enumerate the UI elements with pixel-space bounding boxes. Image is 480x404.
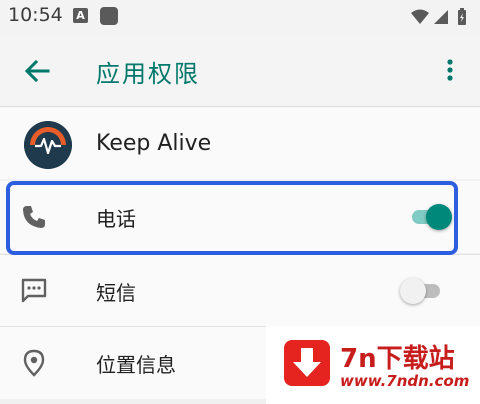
highlight-box <box>6 181 458 255</box>
sms-permission-switch[interactable] <box>400 278 444 304</box>
status-bar: 10:54 A <box>0 0 480 34</box>
location-icon <box>20 349 48 377</box>
more-options-icon[interactable] <box>440 56 460 86</box>
watermark-url: www.7ndn.com <box>340 372 470 390</box>
watermark-title: 7n下载站 <box>340 344 455 374</box>
keep-alive-app-icon <box>24 121 72 169</box>
status-time: 10:54 <box>8 4 63 26</box>
download-arrow-icon <box>284 340 330 386</box>
switch-thumb <box>400 278 426 304</box>
permission-label-sms: 短信 <box>96 281 136 305</box>
permission-label-location: 位置信息 <box>96 353 176 377</box>
permission-row-sms[interactable]: 短信 <box>0 255 480 327</box>
watermark: 7n下载站 www.7ndn.com <box>266 326 480 404</box>
app-bar: 应用权限 <box>0 34 480 107</box>
battery-icon <box>458 8 466 25</box>
sms-icon <box>20 277 48 305</box>
app-header: Keep Alive <box>0 107 480 179</box>
back-arrow-icon[interactable] <box>22 56 52 86</box>
notification-square-icon <box>100 7 118 25</box>
wifi-icon <box>411 9 429 24</box>
cellular-icon <box>434 10 448 24</box>
app-name: Keep Alive <box>96 131 212 156</box>
notification-a-icon: A <box>73 8 88 23</box>
page-title: 应用权限 <box>96 60 200 88</box>
status-icons <box>410 7 470 27</box>
